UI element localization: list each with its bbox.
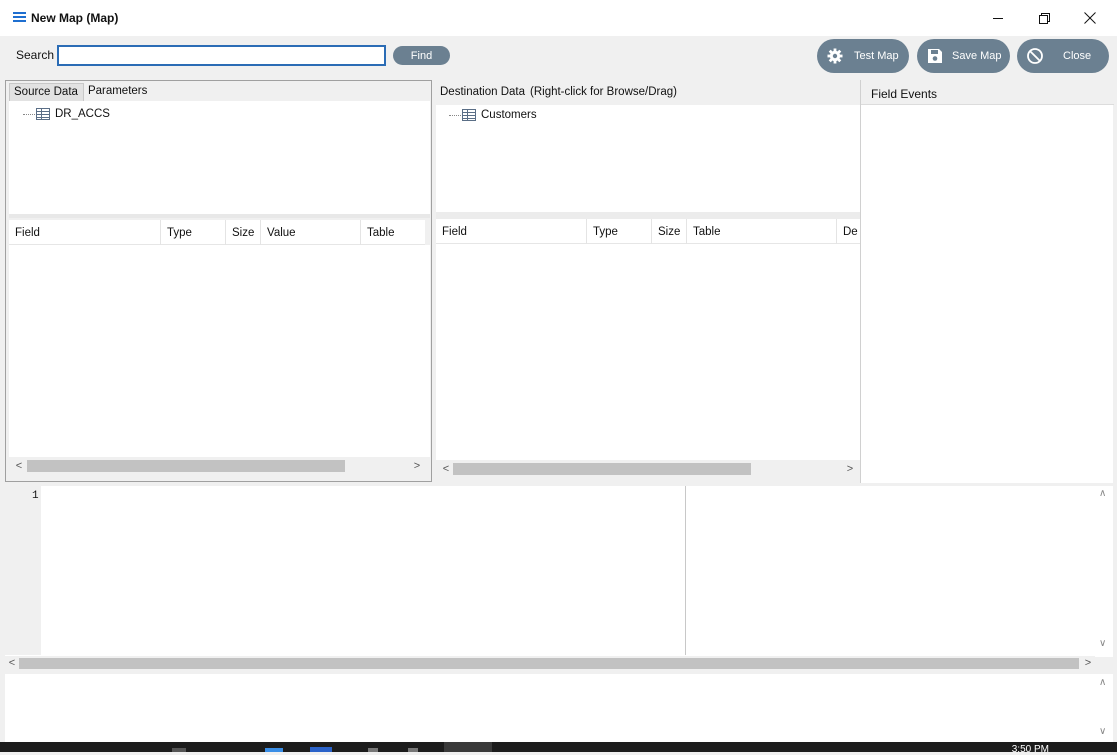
- splitter[interactable]: [436, 212, 860, 219]
- source-horizontal-scrollbar[interactable]: < >: [11, 457, 425, 474]
- taskbar-active-app[interactable]: [444, 742, 492, 752]
- field-events-header: Field Events: [861, 80, 1114, 105]
- field-events-title: Field Events: [871, 87, 938, 101]
- editor-vertical-scrollbar[interactable]: ∧ ∨: [1096, 486, 1113, 655]
- test-map-label: Test Map: [854, 50, 899, 62]
- source-panel: Source Data Parameters DR_ACCS Field Typ…: [5, 80, 432, 482]
- taskbar-app-icon[interactable]: [368, 748, 378, 752]
- line-number-gutter: 1: [5, 486, 41, 655]
- column-header-type[interactable]: Type: [161, 220, 226, 245]
- close-window-button[interactable]: [1067, 0, 1113, 36]
- taskbar-clock[interactable]: 3:50 PM: [1012, 744, 1049, 755]
- map-editor-window: New Map (Map) Search Find Test Map Save …: [0, 0, 1117, 755]
- line-number: 1: [32, 490, 39, 502]
- close-label: Close: [1063, 50, 1092, 62]
- column-header-value[interactable]: Value: [261, 220, 361, 245]
- column-header-truncated[interactable]: De: [837, 219, 860, 244]
- destination-panel: Destination Data (Right-click for Browse…: [435, 80, 860, 482]
- tree-item-label: DR_ACCS: [55, 108, 110, 120]
- tab-source-data[interactable]: Source Data: [9, 83, 84, 101]
- tree-connector: [449, 114, 461, 116]
- destination-tree: Customers: [436, 105, 860, 212]
- output-console[interactable]: ∧ ∨: [5, 674, 1113, 742]
- tab-parameters[interactable]: Parameters: [83, 83, 153, 101]
- scroll-left-icon[interactable]: <: [6, 657, 18, 669]
- save-map-label: Save Map: [952, 50, 1002, 62]
- source-grid-header: Field Type Size Value Table: [9, 220, 425, 245]
- minimize-icon: [992, 17, 1003, 19]
- scroll-up-icon[interactable]: ∧: [1099, 488, 1106, 499]
- title-bar: New Map (Map): [0, 0, 1117, 36]
- source-tabstrip: Source Data Parameters: [9, 83, 153, 101]
- scroll-right-icon[interactable]: >: [1082, 657, 1094, 669]
- scroll-thumb[interactable]: [27, 460, 345, 472]
- scroll-down-icon[interactable]: ∨: [1099, 638, 1106, 649]
- table-icon: [36, 108, 50, 120]
- close-button[interactable]: Close: [1017, 39, 1109, 73]
- minimize-button[interactable]: [975, 0, 1021, 36]
- gear-icon: [827, 48, 843, 64]
- script-editor[interactable]: 1 ∧ ∨: [5, 486, 1113, 657]
- column-header-table[interactable]: Table: [361, 220, 425, 245]
- column-header-field[interactable]: Field: [436, 219, 587, 244]
- save-map-button[interactable]: Save Map: [917, 39, 1010, 73]
- column-header-type[interactable]: Type: [587, 219, 652, 244]
- destination-grid-body: [436, 244, 860, 460]
- close-icon: [1084, 12, 1096, 24]
- scroll-left-icon[interactable]: <: [13, 460, 25, 472]
- tree-item-customers[interactable]: Customers: [449, 109, 537, 121]
- editor-horizontal-scrollbar[interactable]: < >: [5, 656, 1095, 671]
- scroll-down-icon[interactable]: ∨: [1099, 726, 1106, 737]
- scroll-right-icon[interactable]: >: [411, 460, 423, 472]
- tree-item-dr-accs[interactable]: DR_ACCS: [23, 108, 110, 120]
- scroll-up-icon[interactable]: ∧: [1099, 677, 1106, 688]
- scroll-left-icon[interactable]: <: [440, 463, 452, 475]
- column-header-table[interactable]: Table: [687, 219, 837, 244]
- tree-connector: [23, 113, 35, 115]
- search-label: Search: [16, 48, 55, 62]
- column-header-size[interactable]: Size: [652, 219, 687, 244]
- table-icon: [462, 109, 476, 121]
- find-button[interactable]: Find: [393, 46, 450, 65]
- cancel-icon: [1027, 48, 1043, 64]
- splitter[interactable]: [9, 214, 430, 218]
- taskbar-app-icon[interactable]: [408, 748, 418, 752]
- destination-grid-header: Field Type Size Table De: [436, 219, 860, 244]
- scroll-thumb[interactable]: [453, 463, 751, 475]
- destination-hint: (Right-click for Browse/Drag): [530, 86, 677, 98]
- source-grid-body: [9, 245, 430, 457]
- window-title: New Map (Map): [31, 11, 119, 25]
- scroll-thumb[interactable]: [19, 658, 1079, 669]
- destination-title: Destination Data: [440, 86, 526, 98]
- restore-button[interactable]: [1021, 0, 1067, 36]
- test-map-button[interactable]: Test Map: [817, 39, 909, 73]
- destination-header: Destination Data (Right-click for Browse…: [435, 80, 860, 105]
- column-header-field[interactable]: Field: [9, 220, 161, 245]
- os-taskbar: 3:50 PM: [0, 742, 1117, 755]
- field-events-panel: Field Events: [860, 80, 1114, 483]
- taskbar-app-icon[interactable]: [310, 747, 332, 752]
- column-header-size[interactable]: Size: [226, 220, 261, 245]
- floppy-disk-icon: [928, 49, 942, 63]
- scroll-right-icon[interactable]: >: [844, 463, 856, 475]
- tree-item-label: Customers: [481, 109, 537, 121]
- taskbar-app-icon[interactable]: [265, 748, 283, 752]
- restore-icon: [1038, 12, 1050, 24]
- hamburger-icon[interactable]: [13, 12, 26, 22]
- taskbar-app-icon[interactable]: [172, 748, 186, 752]
- search-input[interactable]: [57, 45, 386, 66]
- editor-divider[interactable]: [685, 486, 686, 655]
- destination-horizontal-scrollbar[interactable]: < >: [438, 460, 858, 477]
- source-tree: DR_ACCS: [9, 101, 430, 214]
- console-vertical-scrollbar[interactable]: ∧ ∨: [1096, 674, 1113, 740]
